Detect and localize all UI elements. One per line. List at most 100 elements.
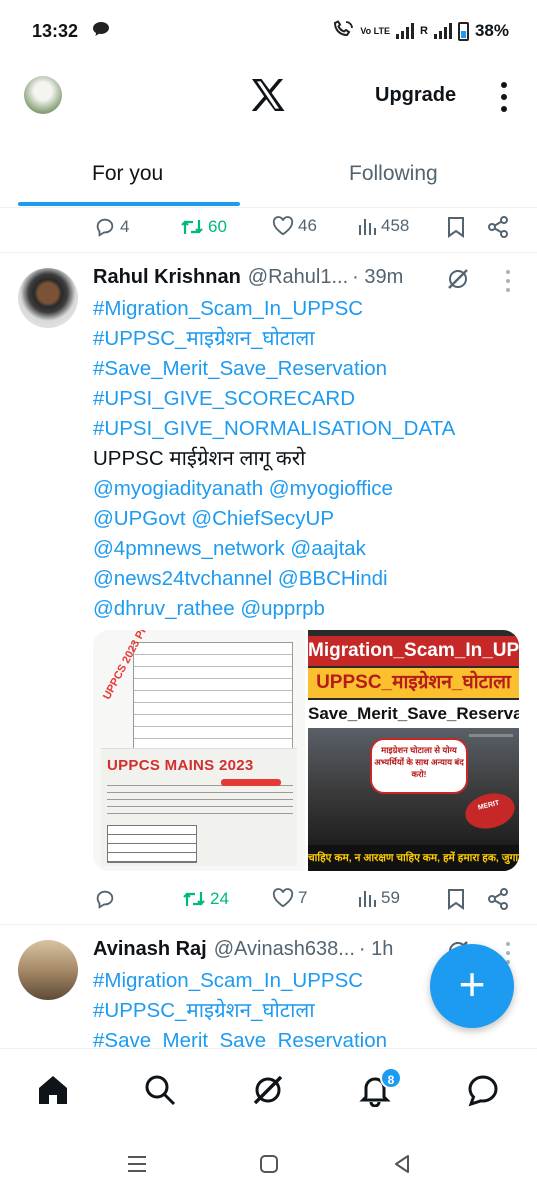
signal-bars-2 — [433, 23, 452, 39]
reply-icon — [96, 890, 114, 909]
recent-apps-icon[interactable] — [126, 1154, 148, 1179]
views-icon — [359, 891, 376, 907]
share-button[interactable] — [487, 216, 509, 238]
views-icon — [359, 219, 376, 235]
mention-link[interactable]: @dhruv_rathee @upprpb — [93, 594, 455, 624]
media-image-poster[interactable]: Migration_Scam_In_UPPSC UPPSC_माइग्रेशन_… — [308, 630, 519, 871]
system-nav-bar — [0, 1132, 537, 1199]
status-time: 13:32 — [32, 20, 79, 41]
divider — [0, 924, 537, 925]
doc-redaction-mark — [221, 779, 281, 786]
tab-selected-indicator — [18, 202, 240, 206]
poster-footer: चाहिए कम, न आरक्षण चाहिए कम, हमें हमारा … — [308, 845, 519, 871]
status-icons: Vo LTE R 38% — [332, 19, 509, 43]
share-button[interactable] — [487, 888, 509, 910]
repost-button[interactable]: 60 — [180, 216, 227, 238]
poster-line-2: UPPSC_माइग्रेशन_घोटाला — [308, 668, 519, 698]
repost-count: 24 — [210, 889, 229, 908]
hashtag-link[interactable]: #UPSI_GIVE_SCORECARD — [93, 384, 455, 414]
tab-for-you[interactable]: For you — [92, 162, 163, 186]
status-bar: 13:32 Vo LTE R 38% — [0, 0, 537, 62]
view-count: 59 — [381, 888, 400, 907]
author-name[interactable]: Rahul Krishnan — [93, 266, 241, 289]
battery-percent: 38% — [474, 21, 509, 40]
doc-lower-page: UPPCS MAINS 2023 — [101, 748, 297, 866]
like-count: 7 — [298, 888, 308, 907]
notifications-badge: 8 — [380, 1067, 402, 1089]
bookmark-icon — [448, 217, 464, 238]
views-button[interactable]: 59 — [357, 888, 400, 908]
search-icon[interactable] — [143, 1073, 179, 1109]
tweet-more-icon[interactable] — [505, 270, 511, 292]
divider — [0, 252, 537, 253]
mention-link[interactable]: @UPGovt @ChiefSecyUP — [93, 504, 455, 534]
poster-speech-bubble: माइग्रेशन घोटाला से योग्य अभ्यर्थियों के… — [370, 738, 468, 794]
tweet-text: #Migration_Scam_In_UPPSC #UPPSC_माइग्रेश… — [93, 294, 455, 624]
mention-link[interactable]: @4pmnews_network @aajtak — [93, 534, 455, 564]
x-logo-icon[interactable] — [250, 78, 286, 114]
hashtag-link[interactable]: #Migration_Scam_In_UPPSC — [93, 294, 455, 324]
tweet-plain-text: UPPSC माईग्रेशन लागू करो — [93, 447, 306, 470]
hashtag-link[interactable]: #UPPSC_माइग्रेशन_घोटाला — [93, 324, 455, 354]
compose-button[interactable]: + — [430, 944, 514, 1028]
views-button[interactable]: 458 — [357, 216, 409, 236]
reply-icon — [96, 218, 114, 237]
like-button[interactable]: 46 — [272, 216, 317, 236]
more-options-icon[interactable] — [497, 82, 511, 112]
grok-icon[interactable] — [446, 267, 470, 296]
heart-icon — [272, 216, 294, 236]
top-bar: Upgrade — [0, 62, 537, 130]
volte-label: Vo LTE — [360, 25, 391, 36]
like-button[interactable]: 7 — [272, 888, 307, 908]
bookmark-button[interactable] — [447, 888, 465, 910]
poster-line-1: Migration_Scam_In_UPPSC — [308, 636, 519, 666]
mention-link[interactable]: @news24tvchannel @BBCHindi — [93, 564, 455, 594]
share-icon — [488, 216, 508, 238]
hashtag-link[interactable]: #Save_Merit_Save_Reservation — [93, 354, 455, 384]
home-icon[interactable] — [36, 1073, 72, 1109]
prev-tweet-actions: 4 60 46 458 — [0, 208, 537, 248]
hashtag-link[interactable]: #Migration_Scam_In_UPPSC — [93, 966, 387, 996]
grok-icon[interactable] — [251, 1073, 287, 1109]
hashtag-link[interactable]: #UPPSC_माइग्रेशन_घोटाला — [93, 996, 387, 1026]
poster-protest-scene: माइग्रेशन घोटाला से योग्य अभ्यर्थियों के… — [308, 728, 519, 846]
view-count: 458 — [381, 216, 410, 235]
sim2-label: R — [420, 25, 428, 37]
hashtag-link[interactable]: #UPSI_GIVE_NORMALISATION_DATA — [93, 414, 455, 444]
wifi-call-icon — [332, 19, 354, 43]
timeline-tabs: For you Following — [0, 130, 537, 208]
media-image-document[interactable]: UPPCS 2023 PRELIM UPPCS MAINS 2023 — [93, 630, 305, 871]
poster-line-3: Save_Merit_Save_Reservation — [308, 700, 519, 728]
bookmark-icon — [448, 889, 464, 910]
tweet-header: Avinash Raj @Avinash638... · 1h — [93, 938, 393, 961]
tweet1-actions: 24 7 59 — [0, 880, 537, 920]
poster-stamp: MERIT — [461, 788, 519, 834]
tweet-time: · 39m — [352, 266, 404, 288]
bookmark-button[interactable] — [447, 216, 465, 238]
tweet-media: UPPCS 2023 PRELIM UPPCS MAINS 2023 Migra… — [93, 630, 519, 871]
home-button-icon[interactable] — [259, 1154, 279, 1179]
messaging-notification-icon — [92, 21, 110, 42]
upgrade-button[interactable]: Upgrade — [375, 84, 456, 107]
doc-table — [133, 642, 293, 752]
battery-icon — [457, 21, 469, 41]
author-name[interactable]: Avinash Raj — [93, 938, 207, 961]
author-handle[interactable]: @Rahul1... — [248, 266, 348, 289]
heart-icon — [272, 888, 294, 908]
reply-button[interactable] — [94, 888, 120, 910]
repost-button[interactable]: 24 — [182, 888, 229, 910]
tab-following[interactable]: Following — [349, 162, 438, 186]
reply-count: 4 — [120, 217, 130, 236]
author-avatar[interactable] — [18, 940, 78, 1000]
bottom-nav: 8 — [0, 1048, 537, 1132]
back-icon[interactable] — [392, 1154, 412, 1179]
scales-of-justice-icon — [469, 734, 513, 794]
author-handle[interactable]: @Avinash638... — [214, 938, 355, 961]
mention-link[interactable]: @myogiadityanath @myogioffice — [93, 474, 455, 504]
profile-avatar[interactable] — [24, 76, 62, 114]
reply-button[interactable]: 4 — [94, 216, 129, 238]
messages-icon[interactable] — [466, 1073, 502, 1109]
author-avatar[interactable] — [18, 268, 78, 328]
repost-count: 60 — [208, 217, 227, 236]
doc-title: UPPCS MAINS 2023 — [107, 757, 254, 774]
